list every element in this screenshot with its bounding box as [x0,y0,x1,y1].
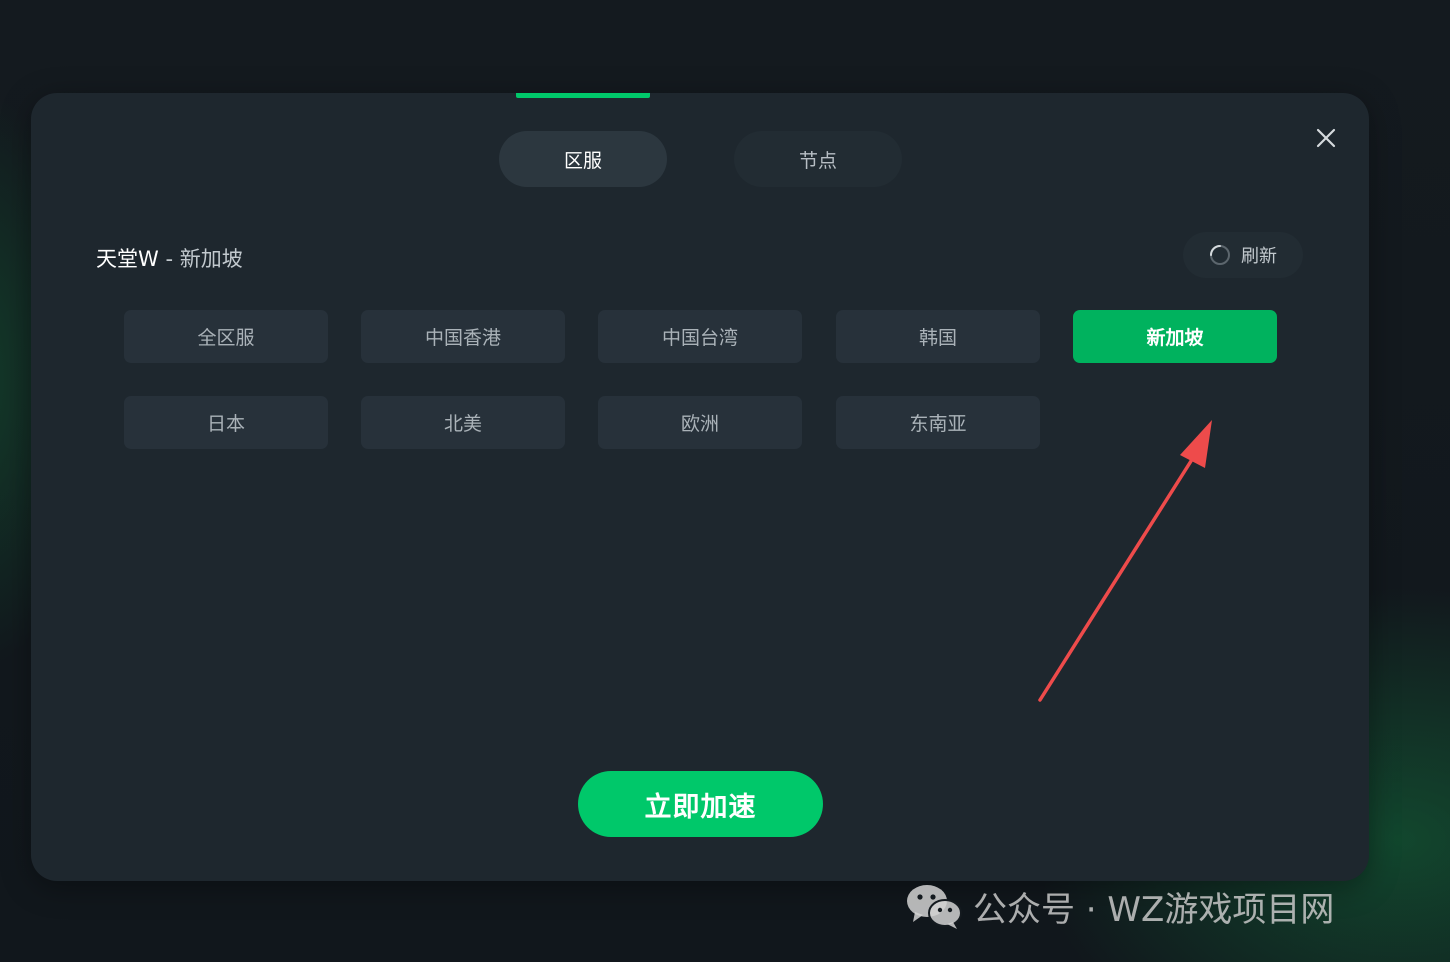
region-chip-singapore[interactable]: 新加坡 [1073,310,1277,363]
refresh-label: 刷新 [1241,246,1277,267]
region-chip-europe[interactable]: 欧洲 [598,396,802,449]
close-button[interactable] [1311,123,1341,153]
region-select-dialog: 区服 节点 天堂W - 新加坡 刷新 全区服 中国香港 中国台湾 韩国 新加坡 … [31,93,1369,881]
region-chip-korea[interactable]: 韩国 [836,310,1040,363]
accelerate-now-button[interactable]: 立即加速 [578,771,823,837]
game-title: 天堂W [96,247,159,271]
region-chip-hongkong[interactable]: 中国香港 [361,310,565,363]
loading-spinner-icon [1210,245,1230,265]
region-chip-north-america[interactable]: 北美 [361,396,565,449]
watermark: 公众号 · WZ游戏项目网 [905,878,1334,934]
close-icon [1316,128,1336,148]
heading-separator: - [158,247,180,271]
tab-server-region[interactable]: 区服 [499,131,667,187]
wechat-icon [907,885,962,929]
refresh-button[interactable]: 刷新 [1183,232,1303,278]
region-chip-japan[interactable]: 日本 [124,396,328,449]
region-chip-taiwan[interactable]: 中国台湾 [598,310,802,363]
selected-game-heading: 天堂W - 新加坡 [96,243,243,273]
region-chip-all[interactable]: 全区服 [124,310,328,363]
selected-region-label: 新加坡 [179,247,243,271]
region-chip-southeast-asia[interactable]: 东南亚 [836,396,1040,449]
tab-node[interactable]: 节点 [734,131,902,187]
active-tab-indicator [516,93,650,98]
watermark-text: 公众号 · WZ游戏项目网 [973,889,1335,930]
